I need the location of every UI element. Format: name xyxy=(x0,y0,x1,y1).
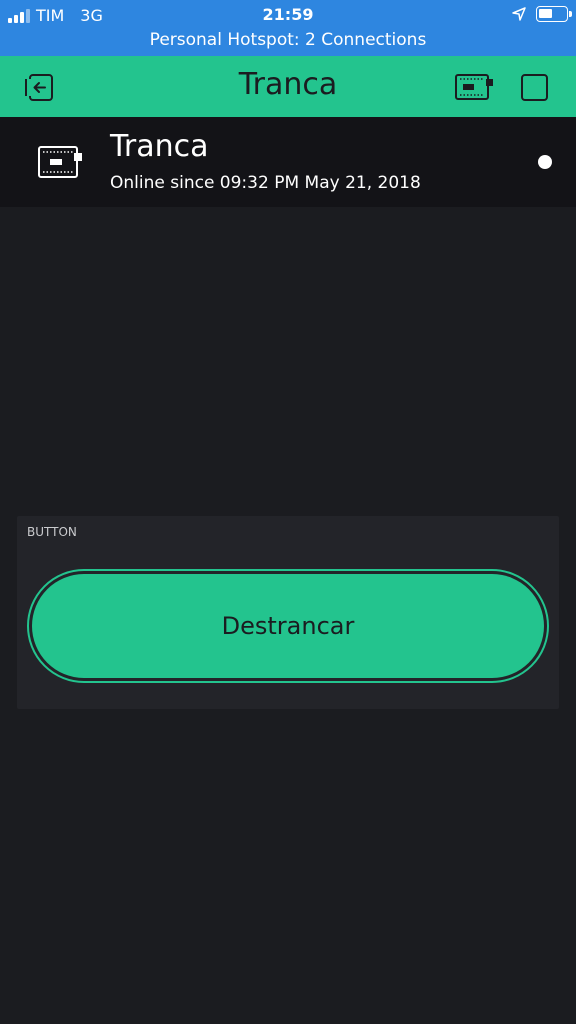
battery-level xyxy=(539,9,552,18)
widget-label: BUTTON xyxy=(27,525,77,539)
device-name: Tranca xyxy=(110,129,209,164)
status-bar: TIM 3G 21:59 Personal Hotspot: 2 Connect… xyxy=(0,0,576,56)
button-widget: BUTTON Destrancar xyxy=(17,516,559,709)
online-indicator xyxy=(538,155,552,169)
device-icon[interactable] xyxy=(454,70,494,104)
device-bar[interactable]: Tranca Online since 09:32 PM May 21, 201… xyxy=(0,117,576,207)
unlock-button-label: Destrancar xyxy=(32,574,544,678)
device-status: Online since 09:32 PM May 21, 2018 xyxy=(110,173,421,193)
device-board-icon xyxy=(38,146,82,178)
status-right xyxy=(512,6,572,22)
status-time: 21:59 xyxy=(262,5,314,24)
stop-icon[interactable] xyxy=(521,74,548,101)
location-icon xyxy=(512,7,526,21)
hotspot-banner[interactable]: Personal Hotspot: 2 Connections xyxy=(0,30,576,50)
unlock-button[interactable]: Destrancar xyxy=(27,569,549,683)
app-header: Tranca xyxy=(0,56,576,117)
battery-icon xyxy=(536,6,572,22)
